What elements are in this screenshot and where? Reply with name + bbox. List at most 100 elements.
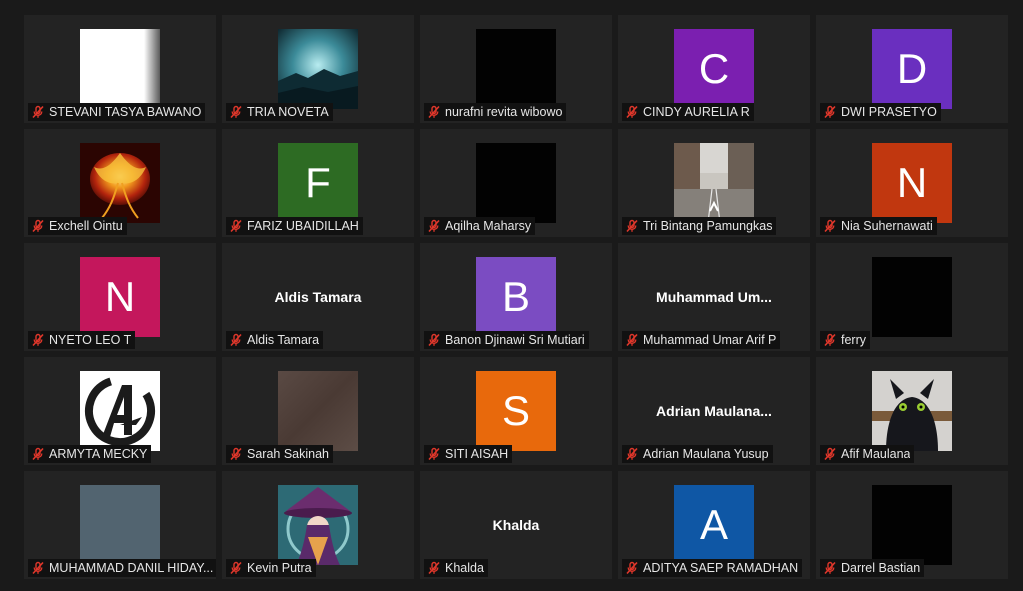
microphone-muted-icon	[428, 333, 440, 347]
participant-name: Aqilha Maharsy	[445, 219, 532, 233]
participant-name: Banon Djinawi Sri Mutiari	[445, 333, 585, 347]
participant-nameplate: Darrel Bastian	[820, 559, 925, 577]
participant-name: Tri Bintang Pamungkas	[643, 219, 773, 233]
participant-tile[interactable]: nurafni revita wibowo	[420, 15, 612, 123]
participant-tile[interactable]: ferry	[816, 243, 1008, 351]
avatar-initial: N	[80, 257, 160, 337]
participant-name: Afif Maulana	[841, 447, 911, 461]
participant-tile[interactable]: Kevin Putra	[222, 471, 414, 579]
participant-name: Darrel Bastian	[841, 561, 921, 575]
participant-nameplate: DWI PRASETYO	[820, 103, 941, 121]
photo-dark	[476, 143, 556, 223]
microphone-muted-icon	[428, 447, 440, 461]
participant-nameplate: Nia Suhernawati	[820, 217, 937, 235]
participant-nameplate: SITI AISAH	[424, 445, 513, 463]
participant-nameplate: ferry	[820, 331, 870, 349]
participant-nameplate: Banon Djinawi Sri Mutiari	[424, 331, 589, 349]
participant-nameplate: NYETO LEO T	[28, 331, 136, 349]
participant-tile[interactable]: Afif Maulana	[816, 357, 1008, 465]
participant-nameplate: Sarah Sakinah	[226, 445, 334, 463]
participant-tile[interactable]: Muhammad Um... Muhammad Umar Arif P	[618, 243, 810, 351]
participant-name: nurafni revita wibowo	[445, 105, 563, 119]
participant-nameplate: CINDY AURELIA R	[622, 103, 754, 121]
participant-nameplate: TRIA NOVETA	[226, 103, 333, 121]
participant-name: MUHAMMAD DANIL HIDAY...	[49, 561, 214, 575]
participant-name: Adrian Maulana Yusup	[643, 447, 769, 461]
participant-tile[interactable]: Adrian Maulana... Adrian Maulana Yusup	[618, 357, 810, 465]
participant-tile[interactable]: S SITI AISAH	[420, 357, 612, 465]
avatar-initial: F	[278, 143, 358, 223]
avatar-photo	[278, 29, 358, 109]
participant-nameplate: MUHAMMAD DANIL HIDAY...	[28, 559, 216, 577]
microphone-muted-icon	[824, 333, 836, 347]
microphone-muted-icon	[824, 447, 836, 461]
participant-tile[interactable]: A ADITYA SAEP RAMADHAN	[618, 471, 810, 579]
participant-name: Sarah Sakinah	[247, 447, 330, 461]
avatar-photo	[80, 371, 160, 451]
participant-tile[interactable]: STEVANI TASYA BAWANO	[24, 15, 216, 123]
participant-tile[interactable]: TRIA NOVETA	[222, 15, 414, 123]
participant-name: FARIZ UBAIDILLAH	[247, 219, 359, 233]
participant-display-name: Aldis Tamara	[274, 289, 362, 305]
participant-tile[interactable]: Tri Bintang Pamungkas	[618, 129, 810, 237]
participant-tile[interactable]: Sarah Sakinah	[222, 357, 414, 465]
participant-tile[interactable]: Khalda Khalda	[420, 471, 612, 579]
participant-tile[interactable]: Exchell Ointu	[24, 129, 216, 237]
photo-dark	[872, 257, 952, 337]
microphone-muted-icon	[230, 561, 242, 575]
microphone-muted-icon	[428, 561, 440, 575]
microphone-muted-icon	[32, 561, 44, 575]
participant-tile[interactable]: F FARIZ UBAIDILLAH	[222, 129, 414, 237]
microphone-muted-icon	[428, 219, 440, 233]
microphone-muted-icon	[626, 219, 638, 233]
avatar-photo	[278, 485, 358, 565]
participant-name: DWI PRASETYO	[841, 105, 937, 119]
microphone-muted-icon	[32, 447, 44, 461]
participant-tile[interactable]: B Banon Djinawi Sri Mutiari	[420, 243, 612, 351]
avatar-photo	[278, 371, 358, 451]
participant-tile[interactable]: D DWI PRASETYO	[816, 15, 1008, 123]
participant-nameplate: Kevin Putra	[226, 559, 316, 577]
participant-nameplate: FARIZ UBAIDILLAH	[226, 217, 363, 235]
photo-avengers-logo	[80, 371, 160, 451]
photo-teal-landscape	[278, 29, 358, 109]
participant-tile[interactable]: Darrel Bastian	[816, 471, 1008, 579]
photo-brown-blur	[278, 371, 358, 451]
photo-grey-blur	[80, 485, 160, 565]
photo-fire-flower	[80, 143, 160, 223]
participant-nameplate: STEVANI TASYA BAWANO	[28, 103, 206, 121]
avatar-photo	[872, 485, 952, 565]
participant-tile[interactable]: ARMYTA MECKY	[24, 357, 216, 465]
microphone-muted-icon	[824, 219, 836, 233]
photo-city-street	[674, 143, 754, 223]
participant-name: Aldis Tamara	[247, 333, 320, 347]
photo-dark	[872, 485, 952, 565]
participant-tile[interactable]: C CINDY AURELIA R	[618, 15, 810, 123]
participant-tile[interactable]: Aldis Tamara Aldis Tamara	[222, 243, 414, 351]
video-gallery-grid: STEVANI TASYA BAWANO TRIA NOVETA nurafni…	[0, 0, 1023, 591]
participant-nameplate: Aldis Tamara	[226, 331, 324, 349]
participant-tile[interactable]: Aqilha Maharsy	[420, 129, 612, 237]
participant-tile[interactable]: N Nia Suhernawati	[816, 129, 1008, 237]
microphone-muted-icon	[626, 561, 638, 575]
microphone-muted-icon	[626, 105, 638, 119]
participant-name: ferry	[841, 333, 866, 347]
participant-tile[interactable]: MUHAMMAD DANIL HIDAY...	[24, 471, 216, 579]
participant-name: Nia Suhernawati	[841, 219, 933, 233]
photo-night-fury	[872, 371, 952, 451]
participant-nameplate: Adrian Maulana Yusup	[622, 445, 773, 463]
avatar-photo	[674, 143, 754, 223]
participant-display-name: Adrian Maulana...	[656, 403, 772, 419]
participant-tile[interactable]: N NYETO LEO T	[24, 243, 216, 351]
avatar-photo	[80, 485, 160, 565]
avatar-initial: B	[476, 257, 556, 337]
avatar-photo	[476, 29, 556, 109]
participant-name: Khalda	[445, 561, 484, 575]
microphone-muted-icon	[32, 333, 44, 347]
participant-name: ADITYA SAEP RAMADHAN	[643, 561, 799, 575]
photo-anime-witch	[278, 485, 358, 565]
participant-nameplate: nurafni revita wibowo	[424, 103, 567, 121]
participant-nameplate: Afif Maulana	[820, 445, 915, 463]
microphone-muted-icon	[230, 333, 242, 347]
microphone-muted-icon	[230, 105, 242, 119]
